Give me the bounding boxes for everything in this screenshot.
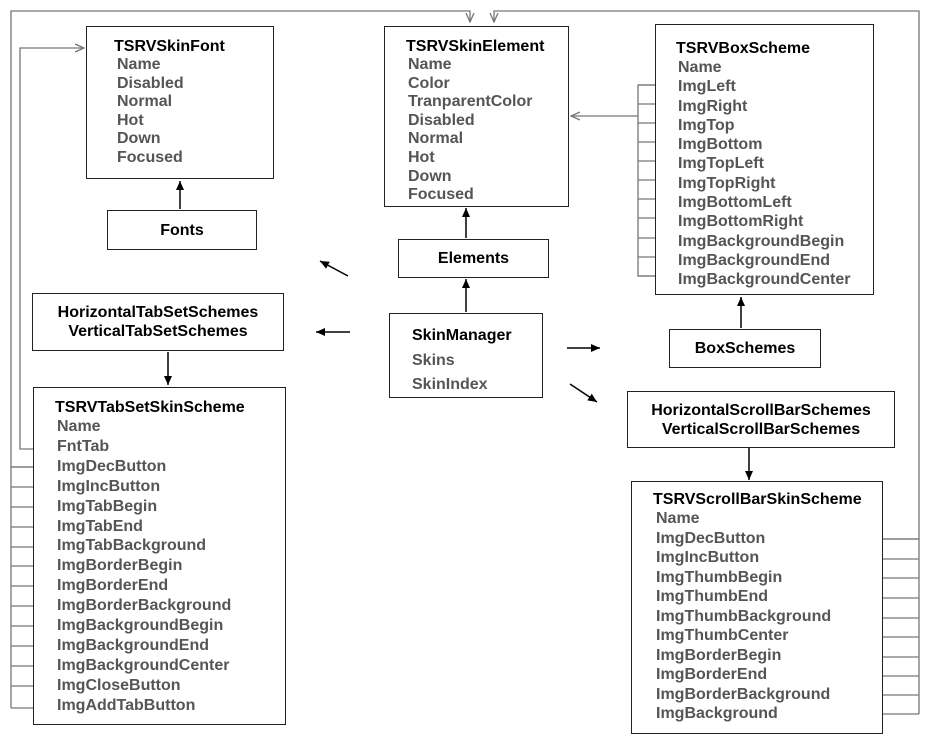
tabset-field: ImgAddTabButton bbox=[57, 696, 196, 714]
element-field: Focused bbox=[408, 186, 474, 204]
scrollbar-field: ImgThumbEnd bbox=[656, 588, 768, 605]
arrow-manager-to-scrollbars bbox=[569, 383, 598, 403]
boxschemes-box[interactable]: BoxSchemes bbox=[669, 329, 821, 368]
scrollbars-line1: HorizontalScrollBarSchemes bbox=[651, 402, 871, 419]
connector-box-to-element bbox=[637, 84, 655, 277]
tabset-field: ImgBackgroundBegin bbox=[57, 617, 224, 635]
box-field: ImgTopRight bbox=[678, 174, 776, 192]
scrollbar-field: ImgThumbBegin bbox=[656, 568, 783, 586]
scrollbar-field: ImgBorderBegin bbox=[656, 646, 782, 664]
tabset-field: ImgBorderEnd bbox=[57, 577, 169, 595]
box-field: ImgBackgroundBegin bbox=[678, 232, 845, 250]
tabset-field: ImgCloseButton bbox=[57, 676, 181, 694]
tsrvtabsetskinscheme-box: TSRVTabSetSkinScheme Name FntTab ImgDecBut… bbox=[33, 387, 286, 725]
arrow-manager-to-fonts bbox=[319, 260, 349, 277]
tabset-field: ImgBackgroundEnd bbox=[57, 636, 210, 654]
element-title: TSRVSkinElement bbox=[406, 38, 545, 55]
tabsetschemes-box[interactable]: HorizontalTabSetSchemes VerticalTabSetSc… bbox=[32, 293, 284, 351]
tabsets-line1: HorizontalTabSetSchemes bbox=[57, 304, 259, 321]
element-field: Normal bbox=[408, 130, 464, 148]
scrollbar-field: ImgBorderBackground bbox=[656, 685, 831, 703]
font-field: Normal bbox=[117, 93, 173, 110]
box-field: ImgTop bbox=[678, 116, 735, 134]
fonts-label: Fonts bbox=[160, 222, 204, 239]
tabset-field: Name bbox=[57, 418, 101, 435]
tabset-field: ImgIncButton bbox=[57, 477, 161, 495]
box-field: Name bbox=[678, 59, 722, 76]
scrollbar-field: ImgBackground bbox=[656, 705, 778, 722]
tabset-field: ImgBorderBackground bbox=[57, 597, 232, 615]
scrollbar-field: Name bbox=[656, 510, 700, 527]
scrollbars-line2: VerticalScrollBarSchemes bbox=[661, 421, 861, 438]
font-title: TSRVSkinFont bbox=[114, 38, 225, 55]
tabsets-line2: VerticalTabSetSchemes bbox=[68, 323, 248, 340]
font-field: Disabled bbox=[117, 74, 184, 92]
tsrvboxscheme-box: TSRVBoxScheme Name ImgLeft ImgRight ImgTop I… bbox=[655, 24, 874, 295]
tabset-field: ImgBorderBegin bbox=[57, 557, 183, 575]
scrollbar-title: TSRVScrollBarSkinScheme bbox=[653, 491, 862, 508]
manager-title: SkinManager bbox=[412, 327, 512, 344]
element-field: TranparentColor bbox=[408, 93, 533, 111]
tsrvscrollbarskinscheme-box: TSRVScrollBarSkinScheme Name ImgDecButton… bbox=[631, 481, 883, 734]
box-field: ImgRight bbox=[678, 97, 748, 115]
tabset-field: ImgDecButton bbox=[57, 457, 167, 475]
tabset-field: ImgTabEnd bbox=[57, 517, 143, 535]
element-field: Hot bbox=[408, 148, 435, 166]
box-title: TSRVBoxScheme bbox=[676, 40, 810, 57]
scrollbar-field: ImgBorderEnd bbox=[656, 666, 768, 683]
fonts-box[interactable]: Fonts bbox=[107, 210, 257, 250]
elements-box[interactable]: Elements bbox=[398, 239, 549, 278]
element-field: Disabled bbox=[408, 111, 475, 129]
font-field: Hot bbox=[117, 111, 144, 129]
tabset-field: FntTab bbox=[57, 437, 110, 455]
tabset-field: ImgTabBackground bbox=[57, 537, 207, 555]
box-field: ImgBottomLeft bbox=[678, 194, 792, 212]
box-field: ImgBackgroundCenter bbox=[678, 271, 851, 289]
font-field: Down bbox=[117, 130, 161, 147]
font-field: Focused bbox=[117, 148, 183, 166]
elements-label: Elements bbox=[437, 250, 510, 267]
scrollbarschemes-box[interactable]: HorizontalScrollBarSchemes VerticalScrol… bbox=[627, 391, 895, 448]
tsrvskinelement-box: TSRVSkinElement Name Color TranparentColor… bbox=[384, 26, 569, 207]
box-field: ImgBottomRight bbox=[678, 213, 804, 231]
tabset-field: ImgBackgroundCenter bbox=[57, 656, 230, 674]
box-field: ImgTopLeft bbox=[678, 155, 764, 173]
scrollbar-field: ImgThumbCenter bbox=[656, 627, 789, 644]
scrollbar-field: ImgIncButton bbox=[656, 549, 760, 566]
tabset-title: TSRVTabSetSkinScheme bbox=[55, 399, 245, 416]
boxschemes-label: BoxSchemes bbox=[694, 340, 796, 357]
element-field: Name bbox=[408, 56, 452, 73]
manager-field: Skins bbox=[412, 352, 455, 369]
element-field: Color bbox=[408, 74, 450, 92]
tsrvskinfont-box: TSRVSkinFont Name Disabled Normal Hot Down Fo… bbox=[86, 26, 274, 179]
skinmanager-box: SkinManager Skins SkinIndex bbox=[389, 313, 543, 398]
element-field: Down bbox=[408, 167, 452, 185]
tabset-field: ImgTabBegin bbox=[57, 497, 158, 515]
box-field: ImgBottom bbox=[678, 136, 763, 154]
manager-field: SkinIndex bbox=[412, 376, 488, 393]
font-field: Name bbox=[117, 56, 161, 73]
scrollbar-field: ImgDecButton bbox=[656, 529, 766, 547]
scrollbar-field: ImgThumbBackground bbox=[656, 607, 832, 625]
box-field: ImgBackgroundEnd bbox=[678, 251, 831, 269]
box-field: ImgLeft bbox=[678, 78, 736, 96]
